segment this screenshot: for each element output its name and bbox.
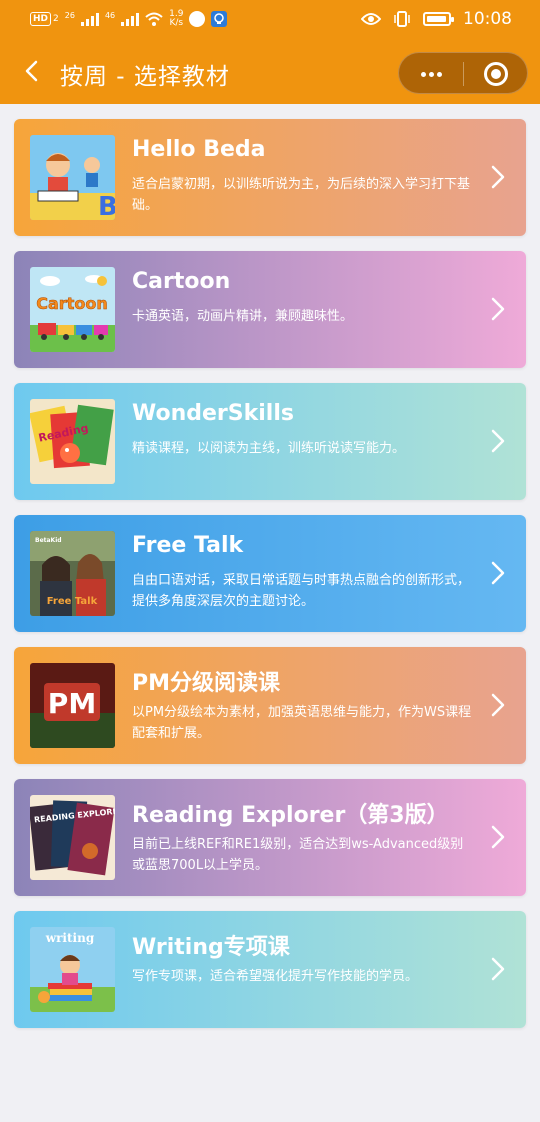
hd-badge: HD bbox=[30, 12, 52, 26]
more-options-button[interactable] bbox=[399, 53, 463, 95]
course-card-reading-explorer[interactable]: READING EXPLORER Reading Explorer（第3版） 目… bbox=[14, 779, 526, 896]
course-description: 目前已上线REF和RE1级别，适合达到ws-Advanced级别或蓝思700L以… bbox=[132, 837, 464, 873]
mini-program-capsule bbox=[398, 52, 528, 94]
navbar: 按周 - 选择教材 bbox=[0, 40, 540, 104]
course-description: 写作专项课，适合希望强化提升写作技能的学员。 bbox=[132, 969, 419, 984]
course-description: 以PM分级绘本为素材，加强英语思维与能力，作为WS课程配套和扩展。 bbox=[132, 705, 472, 741]
kid-writing-icon: writing bbox=[30, 927, 115, 1012]
sim-indicator: 2 bbox=[53, 14, 59, 24]
app-status-icon bbox=[189, 11, 206, 27]
clock: 10:08 bbox=[463, 9, 512, 29]
svg-text:BetaKid: BetaKid bbox=[35, 537, 62, 544]
battery-icon bbox=[423, 12, 454, 26]
target-icon bbox=[484, 62, 508, 86]
signal-label-1: 26 bbox=[64, 10, 75, 20]
course-title: Cartoon bbox=[132, 269, 231, 294]
kids-reading-icon: B bbox=[30, 135, 115, 220]
course-title: PM分级阅读课 bbox=[132, 671, 281, 696]
course-title: Free Talk bbox=[132, 533, 244, 558]
svg-text:Free Talk: Free Talk bbox=[47, 596, 98, 607]
course-title: Writing专项课 bbox=[132, 935, 290, 960]
course-description: 精读课程，以阅读为主线，训练听说读写能力。 bbox=[132, 441, 406, 456]
svg-text:Cartoon: Cartoon bbox=[36, 294, 107, 313]
pm-logo-icon: PM bbox=[30, 663, 115, 748]
cartoon-train-icon: Cartoon bbox=[30, 267, 115, 352]
svg-text:B: B bbox=[98, 192, 115, 220]
books-icon: Reading bbox=[30, 399, 115, 484]
network-speed: 1.9 K/s bbox=[169, 9, 184, 28]
vibrate-icon bbox=[394, 11, 410, 27]
eye-icon bbox=[361, 13, 381, 25]
close-mini-program-button[interactable] bbox=[464, 53, 528, 95]
header: HD 2 26 46 1.9 K/s 10:08 按周 - 选择教材 bbox=[0, 0, 540, 104]
bulb-icon bbox=[211, 11, 228, 27]
chevron-right-icon bbox=[491, 957, 505, 981]
course-description: 卡通英语，动画片精讲，兼顾趣味性。 bbox=[132, 309, 354, 324]
people-talking-icon: BetaKid Free Talk bbox=[30, 531, 115, 616]
chevron-right-icon bbox=[491, 429, 505, 453]
back-arrow-icon[interactable] bbox=[18, 56, 48, 86]
course-description: 适合启蒙初期，以训练听说为主，为后续的深入学习打下基础。 bbox=[132, 177, 471, 213]
chevron-right-icon bbox=[491, 693, 505, 717]
page-title: 按周 - 选择教材 bbox=[60, 64, 230, 90]
chevron-right-icon bbox=[491, 561, 505, 585]
course-title: Hello Beda bbox=[132, 137, 266, 162]
course-title: WonderSkills bbox=[132, 401, 294, 426]
course-card-hello-beda[interactable]: B Hello Beda 适合启蒙初期，以训练听说为主，为后续的深入学习打下基础… bbox=[14, 119, 526, 236]
chevron-right-icon bbox=[491, 297, 505, 321]
svg-text:writing: writing bbox=[45, 931, 95, 945]
chevron-right-icon bbox=[491, 825, 505, 849]
course-card-wonderskills[interactable]: Reading WonderSkills 精读课程，以阅读为主线，训练听说读写能… bbox=[14, 383, 526, 500]
course-card-free-talk[interactable]: BetaKid Free Talk Free Talk 自由口语对话，采取日常话… bbox=[14, 515, 526, 632]
status-bar: HD 2 26 46 1.9 K/s 10:08 bbox=[0, 0, 540, 40]
course-title: Reading Explorer（第3版） bbox=[132, 803, 449, 828]
svg-text:PM: PM bbox=[48, 687, 96, 720]
course-card-cartoon[interactable]: Cartoon Cartoon 卡通英语，动画片精讲，兼顾趣味性。 bbox=[14, 251, 526, 368]
course-card-pm-reading[interactable]: PM PM分级阅读课 以PM分级绘本为素材，加强英语思维与能力，作为WS课程配套… bbox=[14, 647, 526, 764]
signal-icon bbox=[80, 12, 99, 26]
book-covers-icon: READING EXPLORER bbox=[30, 795, 115, 880]
course-description: 自由口语对话，采取日常话题与时事热点融合的创新形式，提供多角度深层次的主题讨论。 bbox=[132, 573, 471, 609]
chevron-right-icon bbox=[491, 165, 505, 189]
course-card-writing[interactable]: writing Writing专项课 写作专项课，适合希望强化提升写作技能的学员… bbox=[14, 911, 526, 1028]
wifi-icon bbox=[145, 12, 163, 26]
signal-label-2: 46 bbox=[104, 10, 116, 20]
signal-icon-2 bbox=[121, 12, 140, 26]
